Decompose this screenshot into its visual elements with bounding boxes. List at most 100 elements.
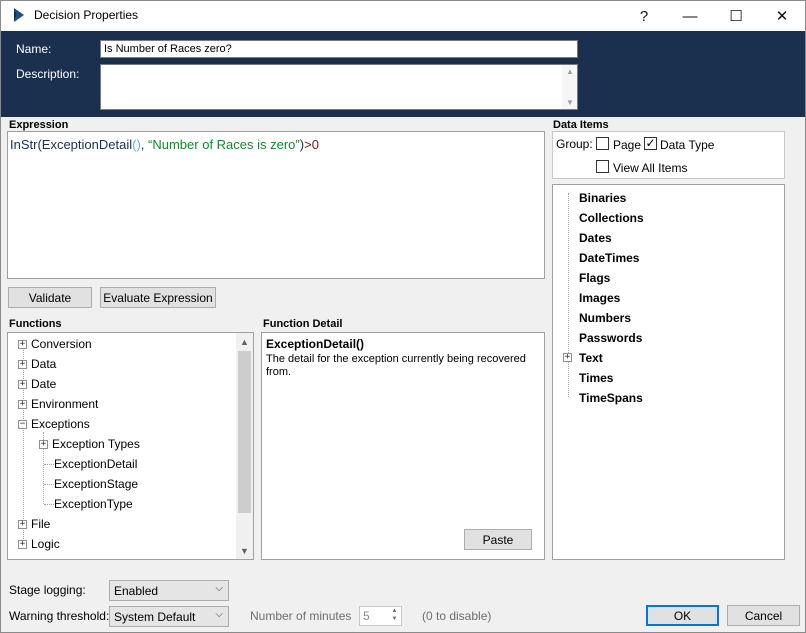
check-icon: ✓ [645,136,656,150]
tree-item-file[interactable]: + File [18,514,50,534]
expand-icon[interactable]: + [39,439,48,449]
group-label: Group: [556,137,593,151]
data-item-flags[interactable]: Flags [579,271,610,285]
expand-icon[interactable]: + [563,353,572,362]
name-label: Name: [16,42,52,56]
expression-number-token: 0 [311,137,319,152]
validate-button[interactable]: Validate [8,287,92,308]
tree-item-exception-types[interactable]: + Exception Types [39,434,140,454]
tree-item-label: ExceptionDetail [54,457,138,471]
minutes-stepper[interactable]: 5 ▲ ▼ [359,606,402,626]
tree-item-label: Data [31,357,57,371]
tree-item-label: Date [31,377,57,391]
page-checkbox[interactable] [596,137,609,150]
ok-button[interactable]: OK [646,605,719,626]
help-button[interactable]: ? [621,1,667,31]
increment-icon[interactable]: ▲ [389,608,400,616]
description-field[interactable]: ▲ ▼ [100,64,578,110]
disable-hint: (0 to disable) [422,609,492,623]
tree-item-exception-type[interactable]: ExceptionType [54,494,133,514]
evaluate-expression-button[interactable]: Evaluate Expression [100,287,216,308]
expression-label: Expression [9,119,69,131]
scroll-down-icon[interactable]: ▼ [566,98,574,107]
data-item-images[interactable]: Images [579,291,620,305]
page-checkbox-label: Page [613,138,642,152]
expression-parens-token: () [132,137,141,152]
paste-button[interactable]: Paste [464,529,532,550]
tree-item-exception-detail[interactable]: ExceptionDetail [54,454,137,474]
expression-string-token: “Number of Races is zero” [148,137,300,152]
warning-threshold-label: Warning threshold: [9,609,110,623]
view-all-items-checkbox[interactable] [596,160,609,173]
app-logo-icon [14,8,24,22]
close-icon: ✕ [775,8,789,25]
data-item-collections[interactable]: Collections [579,211,644,225]
help-icon: ? [639,7,649,25]
stage-logging-value: Enabled [114,584,159,598]
window-title: Decision Properties [34,8,139,22]
expression-editor[interactable]: InStr(ExceptionDetail(), “Number of Race… [7,131,545,279]
functions-tree[interactable]: + Conversion + Data + Date + Environment − Ex… [7,332,254,560]
stage-logging-label: Stage logging: [9,583,86,597]
tree-item-logic[interactable]: + Logic [18,534,60,554]
data-item-passwords[interactable]: Passwords [579,331,642,345]
data-items-tree[interactable]: Binaries Collections Dates DateTimes Fla… [552,184,785,560]
minimize-button[interactable]: — [667,1,713,31]
minutes-value: 5 [363,609,370,623]
scroll-thumb[interactable] [238,351,251,513]
expand-icon[interactable]: + [18,399,27,409]
expand-icon[interactable]: + [18,519,27,529]
tree-item-conversion[interactable]: + Conversion [18,334,92,354]
tree-item-exceptions[interactable]: − Exceptions [18,414,90,434]
expand-icon[interactable]: + [18,359,27,369]
data-type-checkbox-label: Data Type [660,138,715,152]
scroll-up-icon[interactable]: ▲ [236,333,253,350]
tree-item-label: Logic [31,537,60,551]
decision-properties-window: Decision Properties ? — ☐ ✕ Name: Is Num… [0,0,806,633]
data-items-label: Data Items [553,119,609,131]
title-bar[interactable]: Decision Properties ? — ☐ ✕ [1,1,805,31]
close-button[interactable]: ✕ [759,1,805,31]
maximize-icon: ☐ [729,8,743,25]
functions-scrollbar[interactable]: ▲ ▼ [236,333,253,559]
data-item-text[interactable]: Text [579,351,603,365]
data-item-dates[interactable]: Dates [579,231,612,245]
tree-item-data[interactable]: + Data [18,354,56,374]
tree-item-exception-stage[interactable]: ExceptionStage [54,474,138,494]
description-scrollbar[interactable]: ▲ ▼ [562,65,577,109]
warning-threshold-select[interactable]: System Default ⌵ [109,606,229,627]
collapse-icon[interactable]: − [18,419,27,429]
tree-item-label: Exception Types [52,437,140,451]
minimize-icon: — [682,7,698,25]
data-item-numbers[interactable]: Numbers [579,311,631,325]
data-type-checkbox[interactable]: ✓ [644,137,657,150]
tree-item-date[interactable]: + Date [18,374,56,394]
expression-operator-token: > [304,137,312,152]
decrement-icon[interactable]: ▼ [389,616,400,624]
tree-line [44,504,54,505]
group-options: Group: Page ✓ Data Type View All Items [552,131,785,179]
expression-function-token: InStr(ExceptionDetail [10,137,133,152]
function-detail-panel: ExceptionDetail() The detail for the exc… [261,332,545,560]
tree-item-label: Exceptions [31,417,90,431]
maximize-button[interactable]: ☐ [713,1,759,31]
data-item-times[interactable]: Times [579,371,613,385]
expression-separator-token: , [140,137,149,152]
expand-icon[interactable]: + [18,539,27,549]
expand-icon[interactable]: + [18,379,27,389]
name-field[interactable]: Is Number of Races zero? [100,40,578,58]
tree-item-environment[interactable]: + Environment [18,394,98,414]
expand-icon[interactable]: + [18,339,27,349]
tree-line [44,464,54,465]
scroll-up-icon[interactable]: ▲ [566,67,574,76]
data-item-datetimes[interactable]: DateTimes [579,251,639,265]
view-all-items-label: View All Items [613,161,688,175]
data-item-timespans[interactable]: TimeSpans [579,391,643,405]
tree-item-label: File [31,517,51,531]
scroll-down-icon[interactable]: ▼ [236,542,253,559]
cancel-button[interactable]: Cancel [727,605,800,626]
tree-item-label: ExceptionType [54,497,133,511]
data-item-binaries[interactable]: Binaries [579,191,626,205]
stage-logging-select[interactable]: Enabled ⌵ [109,580,229,601]
function-detail-label: Function Detail [263,318,343,330]
